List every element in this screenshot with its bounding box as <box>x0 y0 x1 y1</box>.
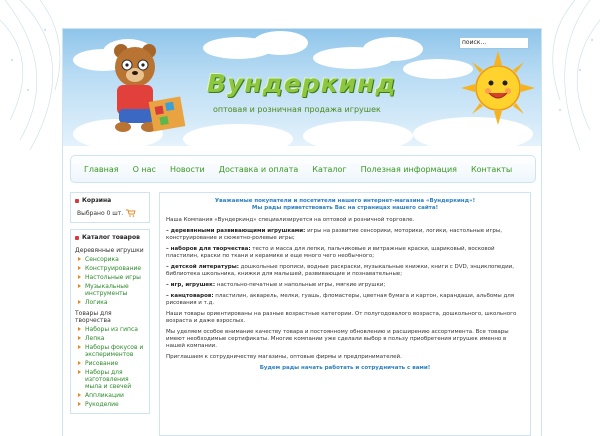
cart-summary[interactable]: Выбрано 0 шт. <box>71 207 149 222</box>
catalog-item[interactable]: Конструирование <box>71 264 149 273</box>
catalog-group-wooden[interactable]: Деревянные игрушки <box>71 244 149 255</box>
list-entry: – деревянными развивающими игрушками: иг… <box>166 228 524 242</box>
catalog-item[interactable]: Музыкальные инструменты <box>71 282 149 298</box>
audience-paragraph: Наши товары ориентированы на разные возр… <box>166 311 517 324</box>
list-entry-lead: – деревянными развивающими игрушками: <box>166 228 306 234</box>
list-entry-lead: – канцтоваров: <box>166 293 214 299</box>
catalog-item[interactable]: Рисование <box>71 359 149 368</box>
catalog-item[interactable]: Наборы из гипса <box>71 325 149 334</box>
nav-item-about[interactable]: О нас <box>126 165 163 174</box>
sun-icon <box>461 51 535 125</box>
catalog-title: Каталог товаров <box>71 230 149 244</box>
list-entry-lead: – наборов для творчества: <box>166 246 251 252</box>
list-entry: – наборов для творчества: тесто и масса … <box>166 246 524 260</box>
catalog-item[interactable]: Наборы фокусов и экспериментов <box>71 343 149 359</box>
teddy-bear-logo <box>114 44 186 132</box>
nav-item-catalog[interactable]: Каталог <box>305 165 353 174</box>
list-entry: – канцтоваров: пластилин, акварель, мелк… <box>166 293 524 307</box>
catalog-item[interactable]: Лепка <box>71 334 149 343</box>
list-entry-lead: – детской литературы: <box>166 264 239 270</box>
cart-box: Корзина Выбрано 0 шт. <box>70 192 150 223</box>
nav-item-news[interactable]: Новости <box>163 165 212 174</box>
shopping-cart-icon[interactable] <box>126 209 136 217</box>
catalog-item[interactable]: Аппликации <box>71 391 149 400</box>
catalog-item[interactable]: Логика <box>71 298 149 307</box>
catalog-item[interactable]: Рукоделие <box>71 400 149 409</box>
quality-paragraph: Мы уделяем особое внимание качеству това… <box>166 329 509 349</box>
welcome-heading: Уважаемые покупатели и посетители нашего… <box>166 198 524 212</box>
nav-item-delivery[interactable]: Доставка и оплата <box>212 165 306 174</box>
catalog-title-label: Каталог товаров <box>82 234 140 241</box>
nav-item-home[interactable]: Главная <box>77 165 126 174</box>
cart-title-bullet-icon <box>75 198 79 203</box>
site-logo-text: Вундеркинд <box>207 69 397 98</box>
search-input[interactable]: поиск... <box>459 37 529 49</box>
catalog-item[interactable]: Наборы для изготовления мыла и свечей <box>71 368 149 391</box>
site-header: Вундеркинд оптовая и розничная продажа и… <box>63 29 541 146</box>
nav-item-useful-info[interactable]: Полезная информация <box>354 165 464 174</box>
intro-paragraph: Наша Компания «Вундеркинд» специализируе… <box>166 217 415 223</box>
catalog-box: Каталог товаров Деревянные игрушки Сенсо… <box>70 229 150 414</box>
catalog-item[interactable]: Настольные игры <box>71 273 149 282</box>
nav-item-contacts[interactable]: Контакты <box>464 165 519 174</box>
cart-title-label: Корзина <box>82 197 112 204</box>
list-entry-lead: – игр, игрушек: <box>166 282 216 288</box>
catalog-group-creative[interactable]: Товары для творчества <box>71 307 149 325</box>
invite-paragraph: Приглашаем к сотрудничеству магазины, оп… <box>166 354 402 360</box>
catalog-item[interactable]: Сенсорика <box>71 255 149 264</box>
catalog-title-bullet-icon <box>75 235 79 240</box>
sidebar: Корзина Выбрано 0 шт. Каталог товаров Де… <box>70 192 150 420</box>
page-frame: Вундеркинд оптовая и розничная продажа и… <box>62 28 542 436</box>
list-entry-text: пластилин, акварель, мелки, гуашь, флома… <box>166 293 515 306</box>
site-tagline: оптовая и розничная продажа игрушек <box>213 105 381 114</box>
cart-summary-text: Выбрано 0 шт. <box>77 209 124 217</box>
main-nav: Главная О нас Новости Доставка и оплата … <box>70 155 536 183</box>
welcome-line-2: Мы рады приветствовать Вас на страницах … <box>251 205 439 211</box>
closing-line: Будем рады начать работать и сотрудничат… <box>259 365 431 371</box>
list-entry: – игр, игрушек: настольно-печатные и нап… <box>166 282 524 289</box>
cart-title: Корзина <box>71 193 149 207</box>
list-entry: – детской литературы: дошкольные прописи… <box>166 264 524 278</box>
welcome-line-1: Уважаемые покупатели и посетители нашего… <box>214 198 476 204</box>
main-content: Уважаемые покупатели и посетители нашего… <box>159 192 531 436</box>
list-entry-text: настольно-печатные и напольные игры, мяг… <box>215 282 386 288</box>
